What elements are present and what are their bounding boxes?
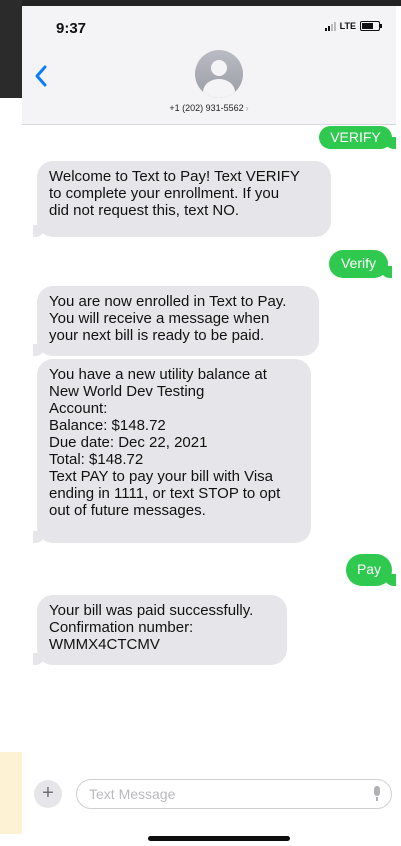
contact-number[interactable]: +1 (202) 931-5562: [169, 103, 243, 113]
signal-icon: [324, 21, 336, 31]
received-message-enrolled[interactable]: You are now enrolled in Text to Pay. You…: [33, 286, 319, 356]
messages-screen: 9:37 LTE +1 (202) 931-5562 › VERIFY Welco…: [22, 6, 396, 846]
message-text: VERIFY: [330, 129, 381, 145]
microphone-icon[interactable]: [373, 786, 381, 802]
received-message-balance[interactable]: You have a new utility balance at New Wo…: [33, 359, 311, 543]
sent-message-verify-upper[interactable]: VERIFY: [319, 126, 396, 149]
message-text: Pay: [356, 561, 382, 577]
status-indicators: LTE: [324, 21, 382, 31]
avatar-body: [203, 79, 235, 98]
home-indicator[interactable]: [148, 836, 290, 841]
received-message-paid[interactable]: Your bill was paid successfully. Confirm…: [33, 595, 287, 665]
battery-icon: [360, 21, 382, 31]
text-message-input[interactable]: [89, 785, 349, 803]
status-time: 9:37: [56, 20, 87, 37]
sent-message-verify[interactable]: Verify: [329, 250, 392, 278]
add-attachment-button[interactable]: +: [34, 780, 62, 808]
message-text: Welcome to Text to Pay! Text VERIFY to c…: [49, 168, 300, 219]
avatar-head: [211, 60, 227, 76]
background-yellow-panel: [0, 752, 22, 834]
message-text: Verify: [340, 255, 376, 271]
conversation-header: 9:37 LTE +1 (202) 931-5562 ›: [22, 6, 396, 125]
back-button[interactable]: [34, 64, 58, 94]
chevron-left-icon: [35, 65, 47, 87]
contact-name[interactable]: +1 (202) 931-5562 ›: [22, 103, 396, 113]
network-label: LTE: [339, 21, 356, 31]
received-message-welcome[interactable]: Welcome to Text to Pay! Text VERIFY to c…: [33, 161, 331, 237]
message-input-field[interactable]: [76, 779, 392, 809]
background-dark-panel: [0, 0, 22, 98]
message-text: You have a new utility balance at New Wo…: [49, 366, 281, 519]
contact-avatar[interactable]: [195, 50, 243, 98]
sent-message-pay[interactable]: Pay: [346, 554, 396, 586]
message-text: You are now enrolled in Text to Pay. You…: [49, 293, 287, 344]
message-text: Your bill was paid successfully. Confirm…: [49, 602, 254, 653]
chevron-right-icon: ›: [245, 103, 249, 113]
